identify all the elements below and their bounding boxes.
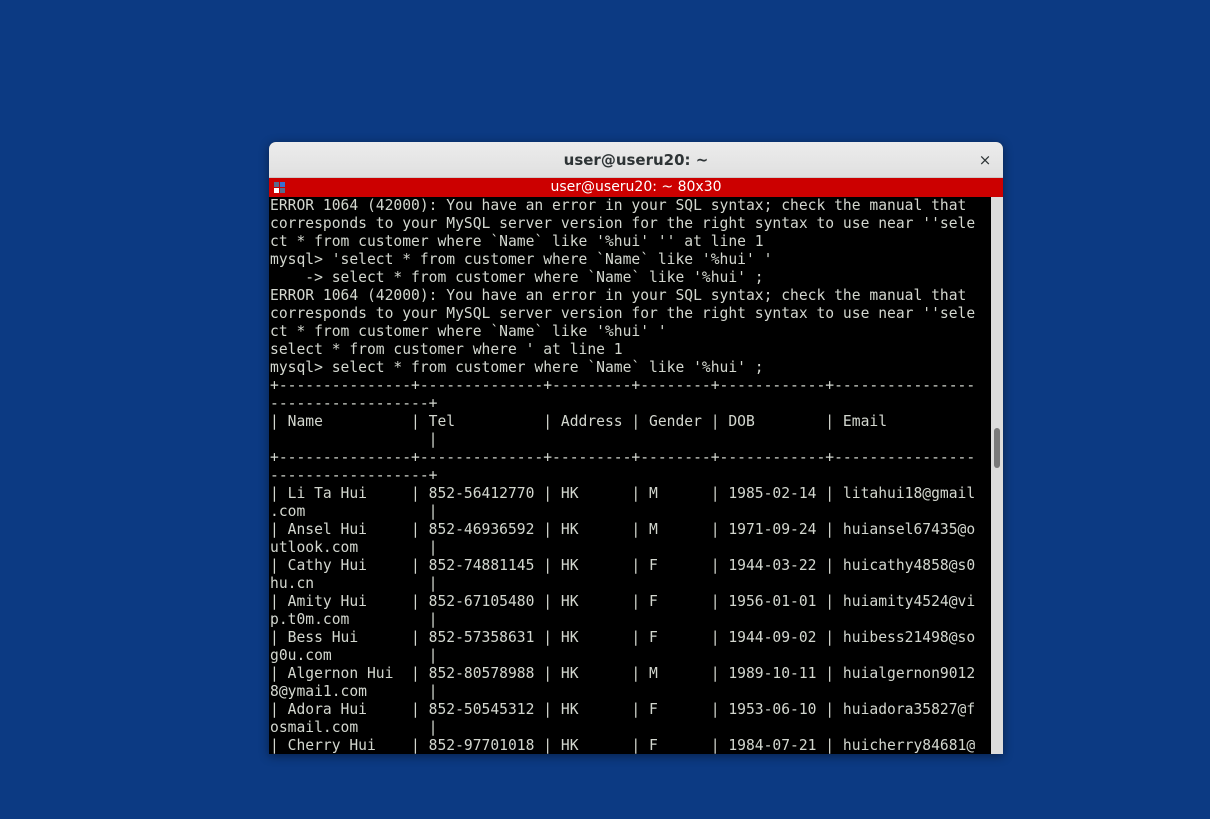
terminal-line: ERROR 1064 (42000): You have an error in… xyxy=(270,197,967,214)
terminal-line: utlook.com | xyxy=(270,539,438,556)
close-icon[interactable]: × xyxy=(975,150,995,170)
terminal-line: hu.cn | xyxy=(270,575,438,592)
terminal-line: | Name | Tel | Address | Gender | DOB | … xyxy=(270,413,888,430)
terminal-line: g0u.com | xyxy=(270,647,438,664)
terminal-line: | Li Ta Hui | 852-56412770 | HK | M | 19… xyxy=(270,485,976,502)
terminal-line: mysql> 'select * from customer where `Na… xyxy=(270,251,773,268)
terminal-line: +---------------+--------------+--------… xyxy=(270,377,976,394)
terminal-line: mysql> select * from customer where `Nam… xyxy=(270,359,764,376)
window-title: user@useru20: ~ xyxy=(563,151,709,169)
window-titlebar[interactable]: user@useru20: ~ × xyxy=(269,142,1003,178)
scrollbar-thumb[interactable] xyxy=(994,428,1000,468)
terminal-line: ct * from customer where `Name` like '%h… xyxy=(270,323,667,340)
terminal-line: .com | xyxy=(270,503,438,520)
terminal-line: ------------------+ xyxy=(270,467,438,484)
terminal-line: osmail.com | xyxy=(270,719,438,736)
terminal-line: corresponds to your MySQL server version… xyxy=(270,215,976,232)
tab-title: user@useru20: ~ 80x30 xyxy=(550,179,722,195)
terminal-window: user@useru20: ~ × user@useru20: ~ 80x30 … xyxy=(269,142,1003,754)
terminal-line: p.t0m.com | xyxy=(270,611,438,628)
terminal-line: corresponds to your MySQL server version… xyxy=(270,305,976,322)
terminal-line: | Algernon Hui | 852-80578988 | HK | M |… xyxy=(270,665,976,682)
terminal-output[interactable]: ERROR 1064 (42000): You have an error in… xyxy=(269,197,991,754)
terminal-line: ------------------+ xyxy=(270,395,438,412)
terminal-line: ERROR 1064 (42000): You have an error in… xyxy=(270,287,967,304)
terminal-line: | xyxy=(270,431,438,448)
terminal-line: | Bess Hui | 852-57358631 | HK | F | 194… xyxy=(270,629,976,646)
terminal-line: | Cathy Hui | 852-74881145 | HK | F | 19… xyxy=(270,557,976,574)
terminal-line: -> select * from customer where `Name` l… xyxy=(270,269,764,286)
terminal-line: | Adora Hui | 852-50545312 | HK | F | 19… xyxy=(270,701,976,718)
terminal-text: ERROR 1064 (42000): You have an error in… xyxy=(269,197,991,754)
terminal-line: | Cherry Hui | 852-97701018 | HK | F | 1… xyxy=(270,737,976,754)
terminal-line: 8@ymai1.com | xyxy=(270,683,438,700)
terminal-line: | Ansel Hui | 852-46936592 | HK | M | 19… xyxy=(270,521,976,538)
terminal-line: select * from customer where ' at line 1 xyxy=(270,341,623,358)
terminal-scrollbar[interactable] xyxy=(991,197,1003,754)
terminal-line: | Amity Hui | 852-67105480 | HK | F | 19… xyxy=(270,593,976,610)
terminal-line: ct * from customer where `Name` like '%h… xyxy=(270,233,764,250)
terminal-tab-bar[interactable]: user@useru20: ~ 80x30 xyxy=(269,178,1003,197)
terminal-line: +---------------+--------------+--------… xyxy=(270,449,976,466)
